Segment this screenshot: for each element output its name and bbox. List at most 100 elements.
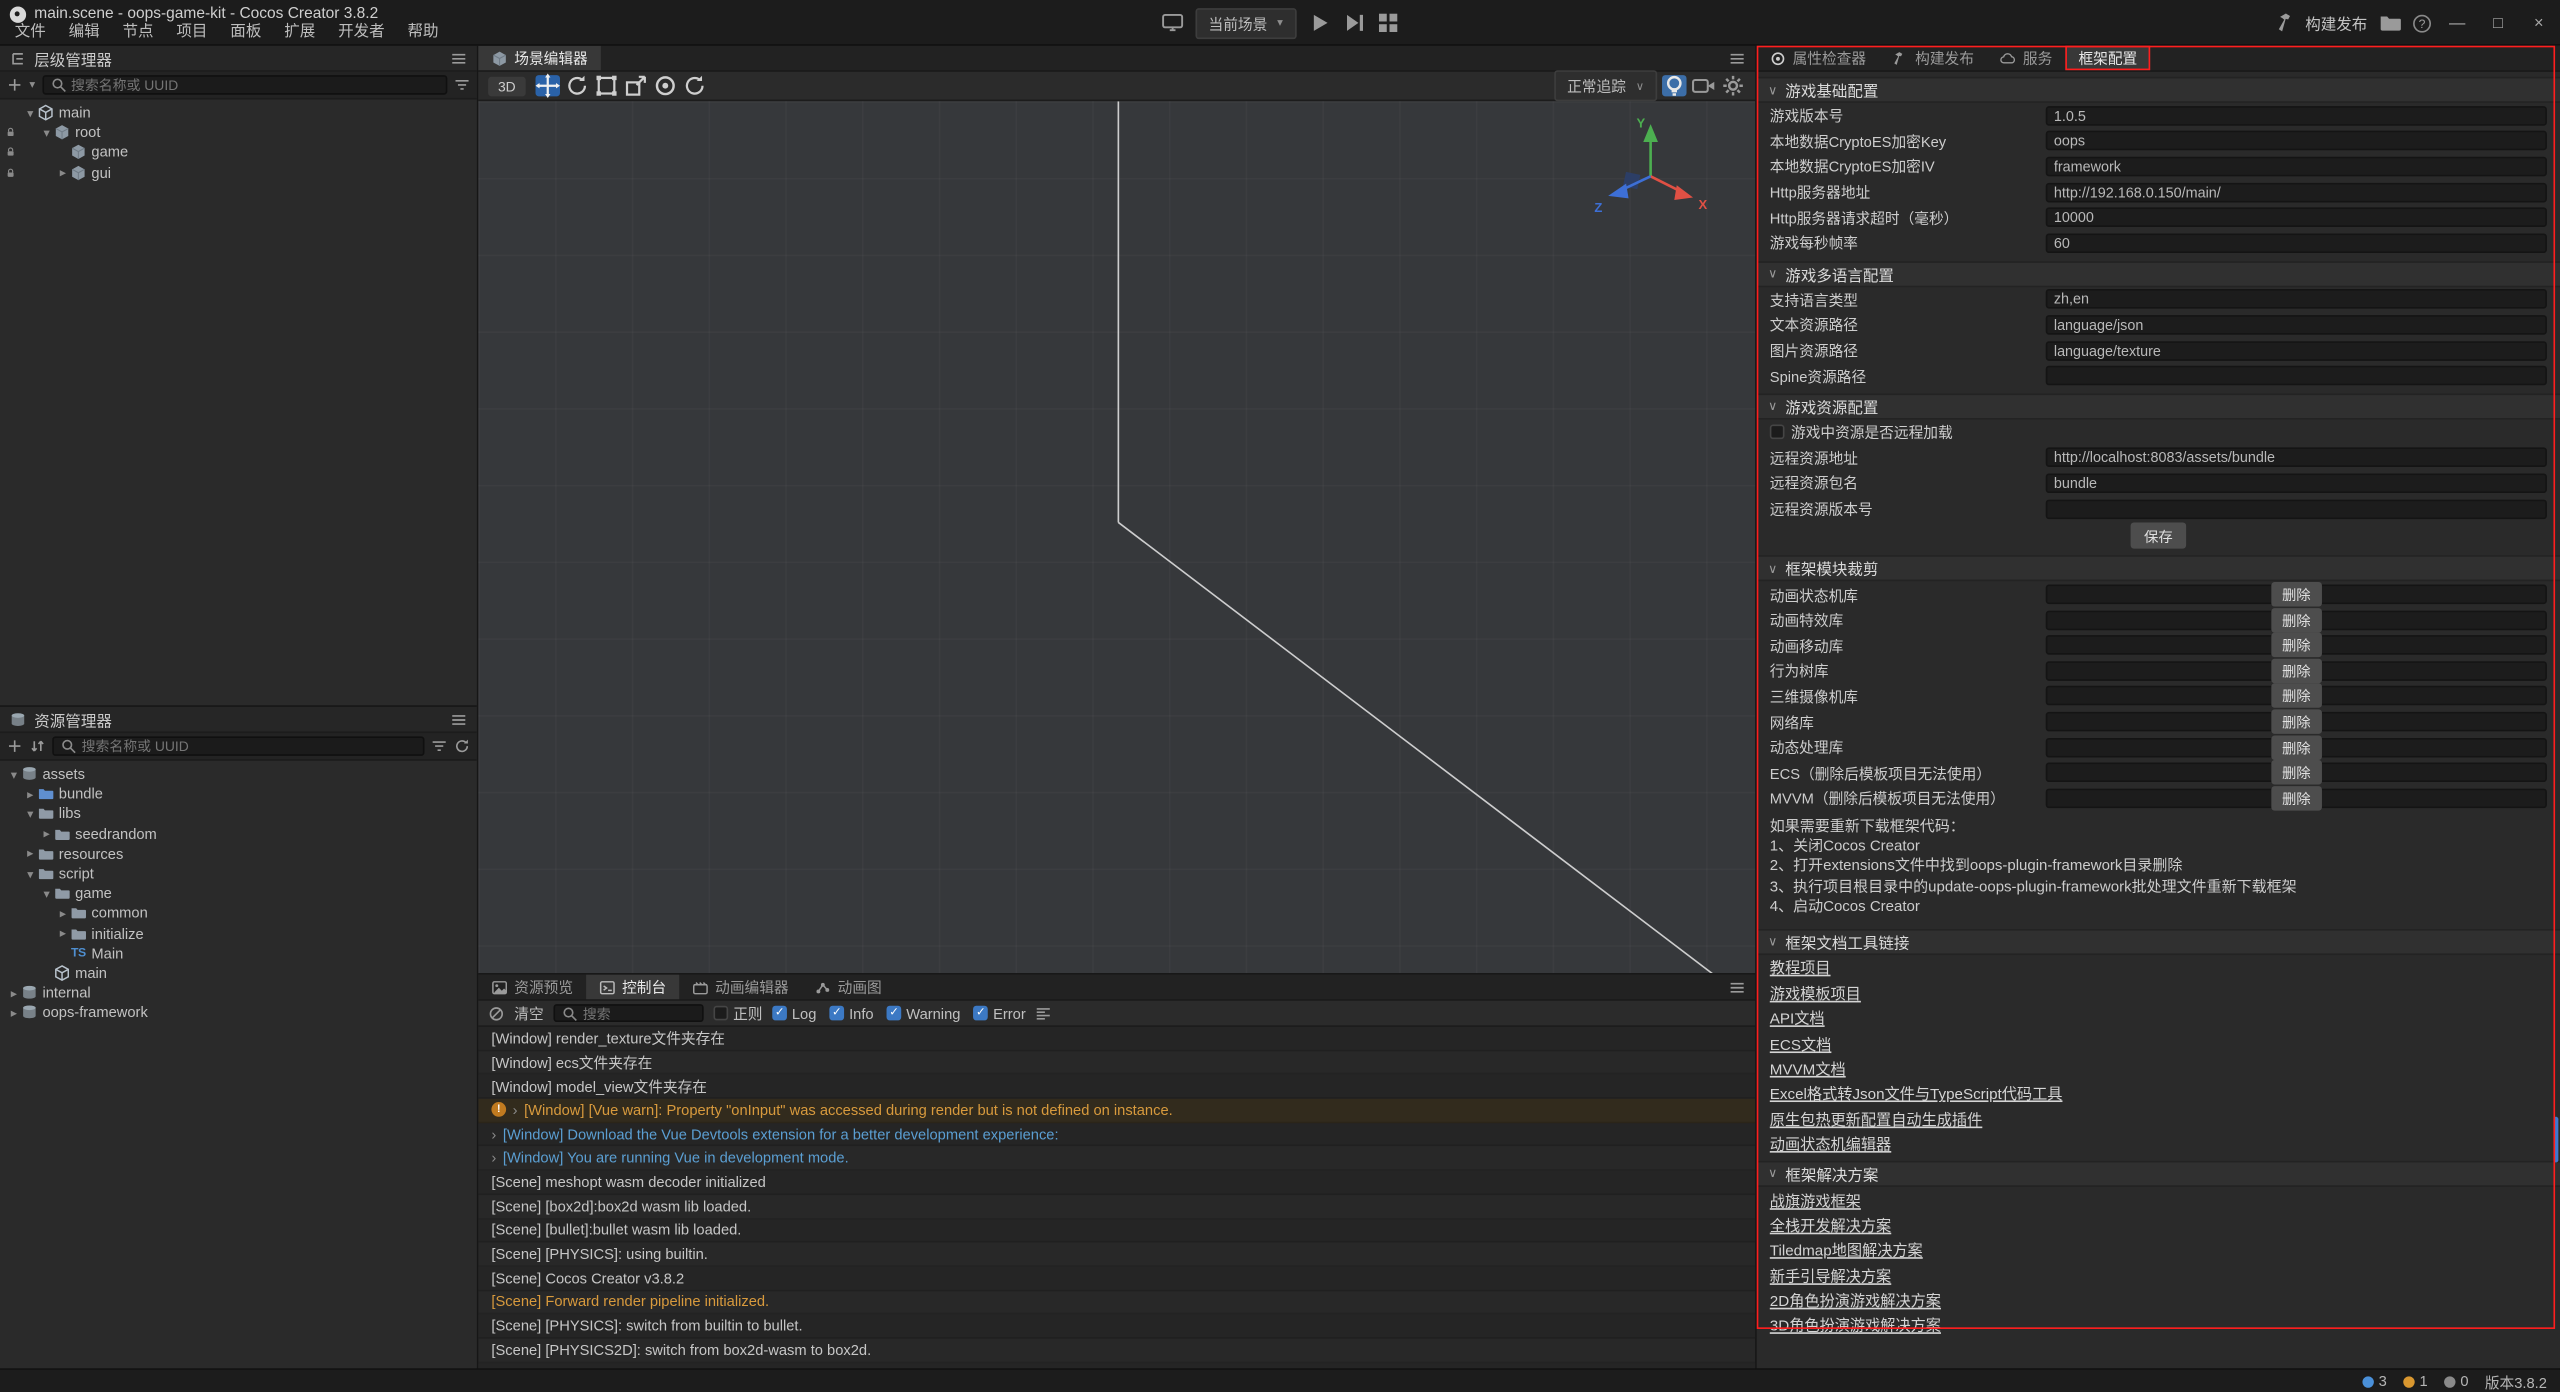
menu-item-7[interactable]: 帮助 bbox=[396, 15, 450, 44]
create-node-button[interactable] bbox=[7, 77, 23, 93]
text-input[interactable]: language/texture bbox=[2046, 340, 2547, 360]
log-row[interactable]: ›[Window] Download the Vue Devtools exte… bbox=[478, 1123, 1755, 1147]
rotate-tool-button[interactable] bbox=[565, 75, 589, 96]
tree-node-common[interactable]: ▸common bbox=[0, 903, 477, 923]
maximize-button[interactable]: □ bbox=[2483, 10, 2512, 36]
log-row[interactable]: [Scene] [PHYSICS2D]: switch from box2d-w… bbox=[478, 1339, 1755, 1363]
tree-node-Main[interactable]: TSMain bbox=[0, 943, 477, 963]
filter-info[interactable]: Info bbox=[829, 1005, 873, 1021]
delete-button[interactable]: 删除 bbox=[2271, 633, 2323, 657]
close-button[interactable]: × bbox=[2524, 10, 2553, 36]
text-input[interactable]: http://192.168.0.150/main/ bbox=[2046, 182, 2547, 202]
tree-node-oops-framework[interactable]: ▸oops-framework bbox=[0, 1003, 477, 1023]
errors-count[interactable]: 0 bbox=[2444, 1373, 2469, 1389]
log-row[interactable]: [Scene] Forward render pipeline initiali… bbox=[478, 1291, 1755, 1315]
tree-node-root[interactable]: ▾root bbox=[0, 123, 477, 143]
log-row[interactable]: !›[Window] [Vue warn]: Property "onInput… bbox=[478, 1099, 1755, 1123]
delete-button[interactable]: 删除 bbox=[2271, 684, 2323, 708]
lock-icon[interactable] bbox=[0, 146, 20, 159]
tree-node-assets[interactable]: ▾assets bbox=[0, 764, 477, 784]
warning-checkbox[interactable] bbox=[887, 1006, 902, 1021]
console-search-input[interactable]: 搜索 bbox=[553, 1004, 703, 1022]
log-checkbox[interactable] bbox=[772, 1006, 787, 1021]
tab-资源预览[interactable]: 资源预览 bbox=[478, 975, 586, 999]
menu-item-0[interactable]: 文件 bbox=[3, 15, 57, 44]
log-row[interactable]: [Scene] [box2d]:box2d wasm lib loaded. bbox=[478, 1195, 1755, 1219]
delete-button[interactable]: 删除 bbox=[2271, 582, 2323, 606]
text-input[interactable]: 10000 bbox=[2046, 208, 2547, 228]
tab-scene-editor[interactable]: 场景编辑器 bbox=[478, 46, 600, 70]
link[interactable]: API文档 bbox=[1770, 1006, 1825, 1029]
delete-button[interactable]: 删除 bbox=[2271, 735, 2323, 759]
remote-load-checkbox[interactable] bbox=[1770, 425, 1785, 440]
log-row[interactable]: [Scene] meshopt wasm decoder initialized bbox=[478, 1171, 1755, 1195]
error-checkbox[interactable] bbox=[973, 1006, 988, 1021]
link[interactable]: 战旗游戏框架 bbox=[1770, 1188, 1861, 1211]
scene-settings-button[interactable] bbox=[1721, 75, 1745, 96]
assets-search-input[interactable]: 搜索名称或 UUID bbox=[52, 736, 424, 756]
collapse-logs-icon[interactable] bbox=[1036, 1005, 1052, 1021]
save-button[interactable]: 保存 bbox=[2131, 523, 2186, 549]
text-input[interactable]: language/json bbox=[2046, 315, 2547, 335]
section-header-0[interactable]: ∨游戏基础配置 bbox=[1757, 77, 2560, 103]
help-icon[interactable]: ? bbox=[2413, 14, 2431, 32]
preview-device-icon[interactable] bbox=[1161, 11, 1184, 34]
link[interactable]: 原生包热更新配置自动生成插件 bbox=[1770, 1106, 1983, 1129]
tree-node-gui[interactable]: ▸gui bbox=[0, 163, 477, 183]
filter-warning[interactable]: Warning bbox=[887, 1005, 961, 1021]
text-input[interactable]: framework bbox=[2046, 157, 2547, 177]
section-header-1[interactable]: ∨游戏多语言配置 bbox=[1757, 261, 2560, 287]
tree-node-script[interactable]: ▾script bbox=[0, 864, 477, 884]
log-row[interactable]: [Scene] [bullet]:bullet wasm lib loaded. bbox=[478, 1219, 1755, 1243]
tree-arrow-icon[interactable]: ▾ bbox=[39, 886, 54, 901]
pivot-toggle-button[interactable] bbox=[653, 75, 677, 96]
tree-node-resources[interactable]: ▸resources bbox=[0, 844, 477, 864]
tree-arrow-icon[interactable]: ▸ bbox=[7, 986, 22, 1001]
delete-button[interactable]: 删除 bbox=[2271, 608, 2323, 632]
delete-button[interactable]: 删除 bbox=[2271, 786, 2323, 810]
link[interactable]: 2D角色扮演游戏解决方案 bbox=[1770, 1288, 1941, 1311]
tab-构建发布[interactable]: 构建发布 bbox=[1879, 46, 1987, 70]
space-toggle-button[interactable] bbox=[682, 75, 706, 96]
delete-button[interactable]: 删除 bbox=[2271, 760, 2323, 784]
link[interactable]: ECS文档 bbox=[1770, 1031, 1832, 1054]
tree-node-game[interactable]: game bbox=[0, 143, 477, 163]
text-input[interactable]: 1.0.5 bbox=[2046, 106, 2547, 126]
delete-button[interactable]: 删除 bbox=[2271, 710, 2323, 734]
tree-node-internal[interactable]: ▸internal bbox=[0, 983, 477, 1003]
log-row[interactable]: [Scene] [PHYSICS]: using builtin. bbox=[478, 1243, 1755, 1267]
play-button[interactable] bbox=[1307, 11, 1330, 34]
text-input[interactable] bbox=[2046, 366, 2547, 386]
log-row[interactable]: [Scene] [PHYSICS]: switch from builtin t… bbox=[478, 1315, 1755, 1339]
link[interactable]: 教程项目 bbox=[1770, 956, 1831, 979]
log-row[interactable]: [Window] ecs文件夹存在 bbox=[478, 1051, 1755, 1075]
layout-grid-icon[interactable] bbox=[1376, 11, 1399, 34]
refresh-assets-icon[interactable] bbox=[454, 738, 470, 754]
tree-node-seedrandom[interactable]: ▸seedrandom bbox=[0, 824, 477, 844]
menu-item-1[interactable]: 编辑 bbox=[57, 15, 111, 44]
hierarchy-filter-icon[interactable] bbox=[454, 77, 470, 93]
text-input[interactable]: oops bbox=[2046, 131, 2547, 151]
menu-item-5[interactable]: 扩展 bbox=[273, 15, 327, 44]
messages-count[interactable]: 3 bbox=[2362, 1373, 2387, 1389]
lock-icon[interactable] bbox=[0, 166, 20, 179]
scene-panel-menu-icon[interactable] bbox=[1719, 46, 1755, 70]
tree-arrow-icon[interactable]: ▸ bbox=[23, 846, 38, 861]
move-tool-button[interactable] bbox=[535, 75, 559, 96]
scene-viewport[interactable]: Y X Z bbox=[478, 101, 1755, 973]
text-input[interactable]: bundle bbox=[2046, 473, 2547, 493]
minimize-button[interactable]: — bbox=[2442, 10, 2471, 36]
tab-动画图[interactable]: 动画图 bbox=[802, 975, 895, 999]
tree-arrow-icon[interactable]: ▸ bbox=[56, 926, 71, 941]
inspector-scrollbar[interactable] bbox=[2553, 1117, 2558, 1163]
tree-arrow-icon[interactable]: ▾ bbox=[23, 105, 38, 120]
regex-checkbox[interactable] bbox=[713, 1006, 728, 1021]
link[interactable]: 全栈开发解决方案 bbox=[1770, 1213, 1891, 1236]
create-asset-button[interactable] bbox=[7, 738, 23, 754]
warnings-count[interactable]: 1 bbox=[2403, 1373, 2428, 1389]
tree-arrow-icon[interactable]: ▸ bbox=[56, 906, 71, 921]
section-header-2[interactable]: ∨游戏资源配置 bbox=[1757, 393, 2560, 419]
console-panel-menu-icon[interactable] bbox=[1719, 975, 1755, 999]
menu-item-2[interactable]: 节点 bbox=[111, 15, 165, 44]
preview-scene-select[interactable]: 当前场景 ▾ bbox=[1195, 7, 1295, 38]
